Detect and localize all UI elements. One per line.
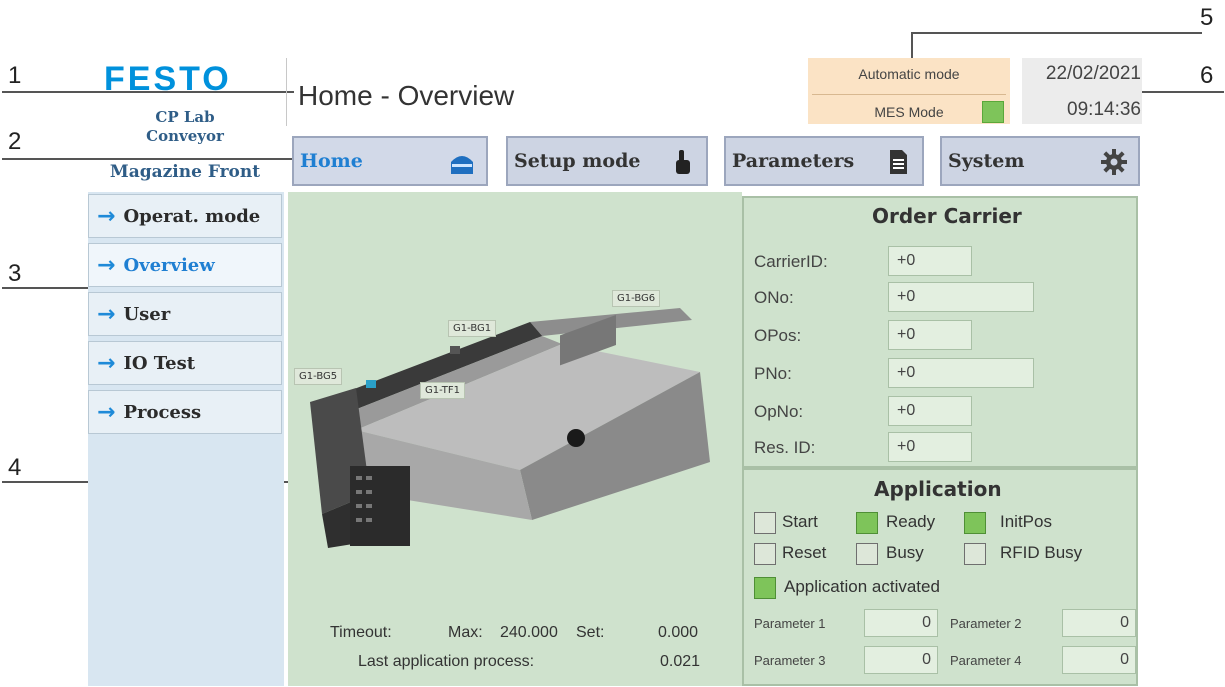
pno-field: +0: [888, 358, 1034, 388]
opos-field: +0: [888, 320, 972, 350]
sidebar-item-label: Process: [123, 401, 202, 423]
nav-system-label: System: [948, 150, 1025, 172]
ono-field: +0: [888, 282, 1034, 312]
nav-setup-mode-button[interactable]: Setup mode: [506, 136, 708, 186]
parameter-4-field[interactable]: 0: [1062, 646, 1136, 674]
sidebar-item-label: Operat. mode: [123, 205, 261, 227]
application-title: Application: [874, 477, 1002, 501]
sidebar-item-label: User: [123, 303, 171, 325]
arrow-right-icon: →: [97, 350, 116, 376]
opno-field: +0: [888, 396, 972, 426]
start-label: Start: [782, 512, 818, 531]
sidebar-item-io-test[interactable]: → IO Test: [88, 341, 282, 385]
callout-6: 6: [1200, 62, 1214, 89]
sidebar-item-label: IO Test: [123, 352, 196, 374]
rfid-busy-label: RFID Busy: [1000, 543, 1083, 562]
conveyor-station-image: [310, 308, 710, 548]
mes-mode-label: MES Mode: [874, 104, 944, 120]
nav-parameters-button[interactable]: Parameters: [724, 136, 924, 186]
callout-5: 5: [1200, 4, 1214, 31]
date-label: 22/02/2021: [1045, 63, 1141, 84]
res-id-field: +0: [888, 432, 972, 462]
nav-home-label: Home: [300, 150, 363, 172]
initpos-label: InitPos: [1000, 512, 1052, 531]
application-activated-label: Application activated: [784, 577, 940, 596]
busy-indicator: [856, 543, 878, 565]
timeout-max-label: Max:: [448, 624, 483, 641]
timeout-set-label: Set:: [576, 624, 605, 641]
opno-label: OpNo:: [754, 402, 804, 421]
parameter-4-label: Parameter 4: [950, 653, 1022, 668]
order-carrier-title: Order Carrier: [872, 204, 1022, 228]
time-label: 09:14:36: [1067, 99, 1141, 120]
arrow-right-icon: →: [97, 399, 116, 425]
station-line-1: CP Lab: [155, 108, 215, 126]
sensor-label-g1-bg6: G1-BG6: [612, 290, 661, 307]
nav-setup-label: Setup mode: [514, 150, 641, 172]
reset-label: Reset: [782, 543, 827, 562]
parameter-2-label: Parameter 2: [950, 616, 1022, 631]
sidebar-item-label: Overview: [123, 254, 215, 276]
timeout-label: Timeout:: [330, 624, 392, 641]
carrier-id-field: +0: [888, 246, 972, 276]
nav-home-button[interactable]: Home: [292, 136, 488, 186]
mes-mode-led: [982, 101, 1004, 123]
sensor-label-g1-bg5: G1-BG5: [294, 368, 343, 385]
sensor-label-g1-bg1: G1-BG1: [448, 320, 497, 337]
last-process-value: 0.021: [660, 653, 701, 670]
busy-label: Busy: [886, 543, 924, 562]
rfid-busy-indicator: [964, 543, 986, 565]
callout-3-line: [2, 287, 94, 289]
sidebar-item-user[interactable]: → User: [88, 292, 282, 336]
last-process-label: Last application process:: [358, 653, 535, 670]
nav-parameters-label: Parameters: [732, 150, 855, 172]
ono-label: ONo:: [754, 288, 794, 307]
arrow-right-icon: →: [97, 252, 116, 278]
page-title: Home - Overview: [298, 80, 515, 111]
automatic-mode-label: Automatic mode: [858, 66, 960, 82]
carrier-id-label: CarrierID:: [754, 252, 828, 271]
initpos-indicator: [964, 512, 986, 534]
hand-pointer-icon: [676, 150, 690, 174]
sensor-label-g1-tf1: G1-TF1: [420, 382, 466, 399]
callout-4: 4: [8, 454, 22, 481]
sidebar-item-overview[interactable]: → Overview: [88, 243, 282, 287]
callout-1: 1: [8, 62, 22, 89]
gear-icon: [1101, 149, 1127, 175]
ready-indicator: [856, 512, 878, 534]
nav-system-button[interactable]: System: [940, 136, 1140, 186]
arrow-right-icon: →: [97, 301, 116, 327]
home-icon: [451, 156, 473, 174]
application-activated-indicator: [754, 577, 776, 599]
callout-2-line: [2, 158, 298, 160]
timeout-max-value: 240.000: [500, 624, 558, 641]
sidebar-item-operat-mode[interactable]: → Operat. mode: [88, 194, 282, 238]
callout-3: 3: [8, 260, 22, 287]
sidebar-item-process[interactable]: → Process: [88, 390, 282, 434]
pno-label: PNo:: [754, 364, 792, 383]
mode-separator: [812, 94, 1006, 95]
station-line-2: Conveyor: [146, 127, 224, 145]
ready-label: Ready: [886, 512, 936, 531]
festo-logo: FESTO: [104, 60, 232, 98]
res-id-label: Res. ID:: [754, 438, 816, 457]
parameter-3-field[interactable]: 0: [864, 646, 938, 674]
station-line-3: Magazine Front: [109, 162, 261, 182]
document-icon: [890, 150, 907, 174]
parameter-2-field[interactable]: 0: [1062, 609, 1136, 637]
timeout-set-value: 0.000: [658, 624, 699, 641]
opos-label: OPos:: [754, 326, 802, 345]
callout-2: 2: [8, 128, 22, 155]
header-divider: [286, 58, 287, 126]
callout-5-line: [912, 32, 1202, 34]
parameter-1-label: Parameter 1: [754, 616, 826, 631]
reset-indicator: [754, 543, 776, 565]
parameter-1-field[interactable]: 0: [864, 609, 938, 637]
parameter-3-label: Parameter 3: [754, 653, 826, 668]
arrow-right-icon: →: [97, 203, 116, 229]
start-indicator: [754, 512, 776, 534]
